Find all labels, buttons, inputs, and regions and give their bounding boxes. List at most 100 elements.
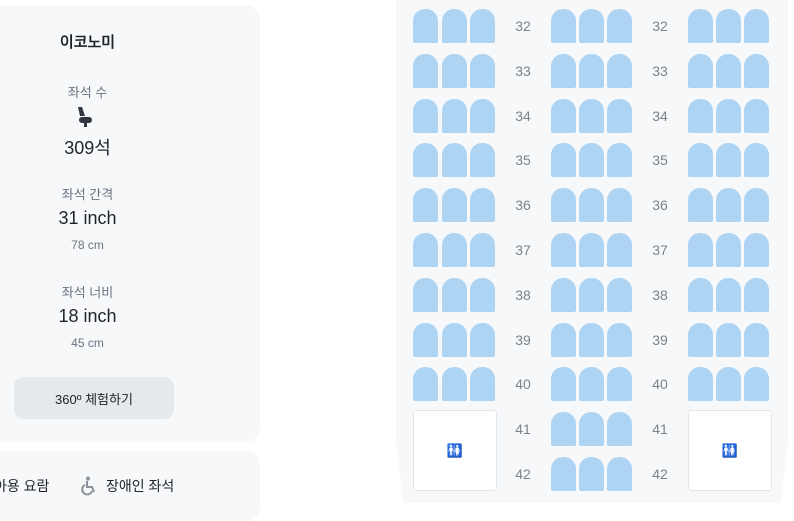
seat[interactable] xyxy=(688,233,713,267)
seat[interactable] xyxy=(579,188,604,222)
vr-experience-button[interactable]: 360º 체험하기 xyxy=(14,377,174,419)
row-number: 38 xyxy=(652,287,668,303)
seat[interactable] xyxy=(579,278,604,312)
row-number: 36 xyxy=(515,197,531,213)
seat[interactable] xyxy=(688,143,713,177)
seat[interactable] xyxy=(413,323,438,357)
seat[interactable] xyxy=(744,99,769,133)
seat[interactable] xyxy=(744,233,769,267)
seat[interactable] xyxy=(551,9,576,43)
seat[interactable] xyxy=(607,323,632,357)
seat[interactable] xyxy=(442,188,467,222)
seat[interactable] xyxy=(551,99,576,133)
seat[interactable] xyxy=(413,143,438,177)
seat[interactable] xyxy=(716,9,741,43)
seat[interactable] xyxy=(579,457,604,491)
row-number: 41 xyxy=(515,421,531,437)
seat[interactable] xyxy=(716,233,741,267)
seat[interactable] xyxy=(579,233,604,267)
seat[interactable] xyxy=(744,367,769,401)
seat[interactable] xyxy=(688,54,713,88)
seat[interactable] xyxy=(579,9,604,43)
seat[interactable] xyxy=(470,278,495,312)
seat[interactable] xyxy=(744,143,769,177)
seat[interactable] xyxy=(688,323,713,357)
seat[interactable] xyxy=(607,367,632,401)
wheelchair-icon xyxy=(81,476,95,496)
seat[interactable] xyxy=(470,233,495,267)
row-number: 37 xyxy=(652,242,668,258)
seat[interactable] xyxy=(551,457,576,491)
seat[interactable] xyxy=(442,143,467,177)
seat[interactable] xyxy=(744,278,769,312)
seat[interactable] xyxy=(470,9,495,43)
seat-width-value: 18 inch xyxy=(58,306,117,326)
seat[interactable] xyxy=(470,188,495,222)
seat[interactable] xyxy=(744,323,769,357)
seat[interactable] xyxy=(442,54,467,88)
seat[interactable] xyxy=(551,278,576,312)
seat[interactable] xyxy=(744,54,769,88)
seat[interactable] xyxy=(442,9,467,43)
seat[interactable] xyxy=(716,323,741,357)
seat[interactable] xyxy=(744,9,769,43)
seat[interactable] xyxy=(470,367,495,401)
seat[interactable] xyxy=(716,367,741,401)
seat[interactable] xyxy=(744,188,769,222)
seat[interactable] xyxy=(688,188,713,222)
seat[interactable] xyxy=(579,412,604,446)
row-number: 42 xyxy=(515,466,531,482)
seat[interactable] xyxy=(579,323,604,357)
seat[interactable] xyxy=(442,367,467,401)
seat[interactable] xyxy=(470,99,495,133)
seat[interactable] xyxy=(716,278,741,312)
seat[interactable] xyxy=(413,278,438,312)
seat[interactable] xyxy=(551,54,576,88)
seat[interactable] xyxy=(413,188,438,222)
row-number: 37 xyxy=(515,242,531,258)
seat[interactable] xyxy=(607,143,632,177)
lavatory-left: 🚻 xyxy=(413,410,497,491)
seat[interactable] xyxy=(688,278,713,312)
seat[interactable] xyxy=(442,323,467,357)
seat[interactable] xyxy=(607,278,632,312)
seat[interactable] xyxy=(413,99,438,133)
seat[interactable] xyxy=(442,233,467,267)
seat[interactable] xyxy=(551,188,576,222)
seat[interactable] xyxy=(607,99,632,133)
row-number: 34 xyxy=(652,108,668,124)
seat[interactable] xyxy=(551,143,576,177)
seat[interactable] xyxy=(442,278,467,312)
seat[interactable] xyxy=(579,143,604,177)
seat[interactable] xyxy=(716,188,741,222)
seat[interactable] xyxy=(716,99,741,133)
seat[interactable] xyxy=(716,143,741,177)
seat[interactable] xyxy=(413,9,438,43)
seat[interactable] xyxy=(413,54,438,88)
seat[interactable] xyxy=(688,9,713,43)
seat[interactable] xyxy=(470,143,495,177)
seat[interactable] xyxy=(551,323,576,357)
seat[interactable] xyxy=(607,457,632,491)
seat[interactable] xyxy=(579,99,604,133)
seat[interactable] xyxy=(442,99,467,133)
seat[interactable] xyxy=(470,54,495,88)
seat[interactable] xyxy=(551,412,576,446)
seat[interactable] xyxy=(607,412,632,446)
seat[interactable] xyxy=(716,54,741,88)
seat[interactable] xyxy=(413,233,438,267)
seat[interactable] xyxy=(413,367,438,401)
seat[interactable] xyxy=(579,54,604,88)
seat-width-label: 좌석 너비 xyxy=(61,285,114,300)
seat[interactable] xyxy=(688,99,713,133)
seat[interactable] xyxy=(470,323,495,357)
row-number: 35 xyxy=(652,152,668,168)
seat[interactable] xyxy=(579,367,604,401)
seat[interactable] xyxy=(607,188,632,222)
seat[interactable] xyxy=(551,233,576,267)
seat[interactable] xyxy=(607,54,632,88)
seat[interactable] xyxy=(607,9,632,43)
seat[interactable] xyxy=(607,233,632,267)
seat[interactable] xyxy=(688,367,713,401)
seat[interactable] xyxy=(551,367,576,401)
